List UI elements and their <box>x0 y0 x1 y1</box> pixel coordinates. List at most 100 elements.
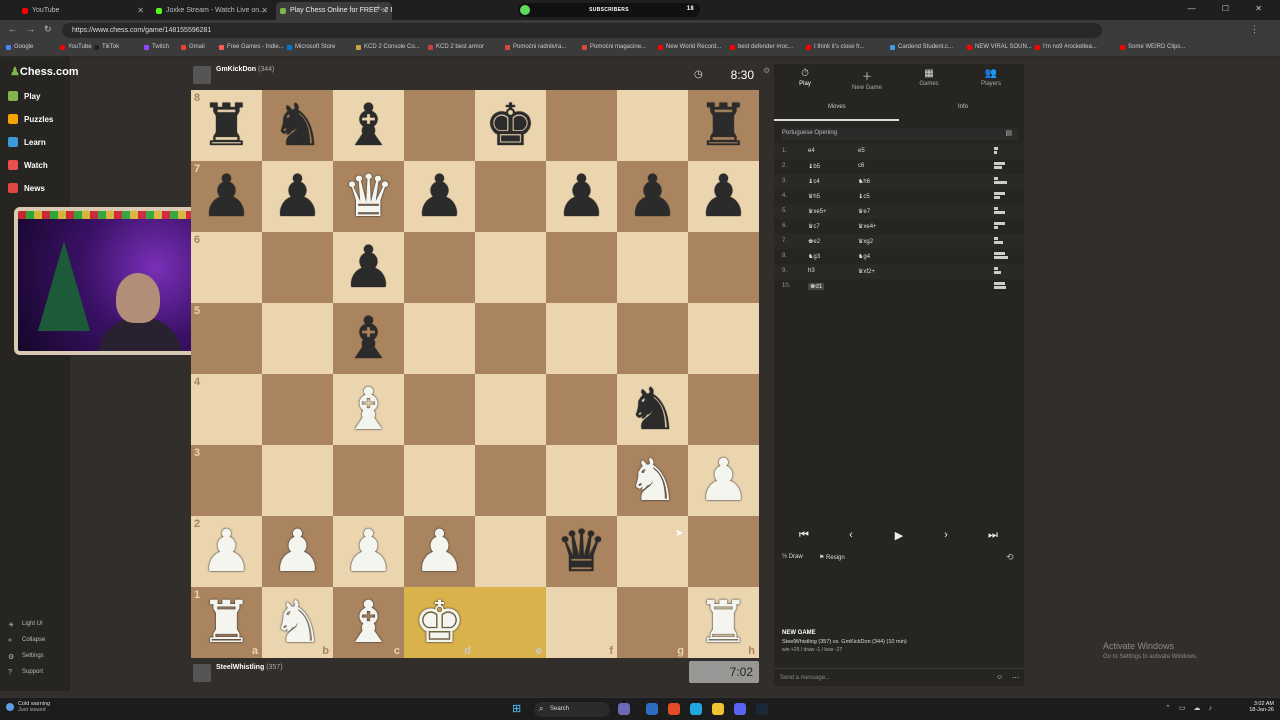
black-move[interactable]: c6 <box>858 163 864 169</box>
new-tab-button[interactable]: + <box>376 3 381 13</box>
square-b5[interactable] <box>262 303 333 374</box>
bookmark-item[interactable]: Gmail <box>181 44 205 50</box>
white-move[interactable]: e4 <box>808 148 815 154</box>
square-h7[interactable]: ♟ <box>688 161 759 232</box>
close-tab-icon[interactable]: ✕ <box>137 6 144 15</box>
black-pawn-icon[interactable]: ♟ <box>404 161 475 232</box>
square-e6[interactable] <box>475 232 546 303</box>
square-b7[interactable]: ♟ <box>262 161 333 232</box>
square-h6[interactable] <box>688 232 759 303</box>
square-e3[interactable] <box>475 445 546 516</box>
square-e8[interactable]: ♚ <box>475 90 546 161</box>
bookmark-item[interactable]: Free Games - Indie... <box>219 44 284 50</box>
windows-start-icon[interactable]: ⊞ <box>512 702 521 715</box>
nav-item-watch[interactable]: Watch <box>8 160 48 170</box>
white-move[interactable]: ♛xe5+ <box>808 208 827 215</box>
nav-footer-support[interactable]: ? Support <box>8 669 43 676</box>
bookmark-item[interactable]: KCD 2 best armor <box>428 44 484 50</box>
square-b4[interactable] <box>262 374 333 445</box>
discord-icon[interactable] <box>734 703 746 715</box>
square-c2[interactable]: ♟ <box>333 516 404 587</box>
white-knight-icon[interactable]: ♞ <box>262 587 333 658</box>
weather-widget[interactable]: Cold warning Just issued <box>6 701 50 713</box>
nav-footer-collapse[interactable]: « Collapse <box>8 637 45 644</box>
square-b8[interactable]: ♞ <box>262 90 333 161</box>
last-move-button[interactable]: ⏭ <box>971 527 1015 545</box>
white-move[interactable]: h3 <box>808 268 815 274</box>
bookmark-item[interactable]: NEW VIRAL SOUN... <box>967 44 1032 50</box>
file-explorer-icon[interactable] <box>712 703 724 715</box>
black-pawn-icon[interactable]: ♟ <box>617 161 688 232</box>
square-d7[interactable]: ♟ <box>404 161 475 232</box>
white-pawn-icon[interactable]: ♟ <box>191 516 262 587</box>
square-h2[interactable] <box>688 516 759 587</box>
square-b1[interactable]: b ♞ <box>262 587 333 658</box>
previous-move-button[interactable]: ‹ <box>829 527 873 545</box>
panel-tab-new-game[interactable]: ＋ New Game <box>836 68 898 91</box>
square-h4[interactable] <box>688 374 759 445</box>
square-c7[interactable]: ♛ <box>333 161 404 232</box>
square-e2[interactable] <box>475 516 546 587</box>
bookmark-item[interactable]: TikTok <box>94 44 119 50</box>
black-rook-icon[interactable]: ♜ <box>688 90 759 161</box>
nav-footer-light-ui[interactable]: ☀ Light UI <box>8 621 43 629</box>
white-move[interactable]: ♛c7 <box>808 223 820 230</box>
black-queen-icon[interactable]: ♛ <box>546 516 617 587</box>
white-knight-icon[interactable]: ♞ <box>617 445 688 516</box>
black-move[interactable]: ♞h6 <box>858 178 870 185</box>
white-move[interactable]: ♞g3 <box>808 253 820 260</box>
square-e7[interactable] <box>475 161 546 232</box>
forward-icon[interactable]: → <box>26 24 35 34</box>
white-queen-icon[interactable]: ♛ <box>333 161 404 232</box>
black-move[interactable]: ♛xf2+ <box>858 268 875 275</box>
black-rook-icon[interactable]: ♜ <box>191 90 262 161</box>
nav-item-learn[interactable]: Learn <box>8 137 46 147</box>
black-pawn-icon[interactable]: ♟ <box>262 161 333 232</box>
square-g5[interactable] <box>617 303 688 374</box>
square-f6[interactable] <box>546 232 617 303</box>
square-b6[interactable] <box>262 232 333 303</box>
square-f3[interactable] <box>546 445 617 516</box>
flip-board-icon[interactable]: ⟲ <box>1006 552 1014 563</box>
nav-item-puzzles[interactable]: Puzzles <box>8 114 53 124</box>
square-g7[interactable]: ♟ <box>617 161 688 232</box>
browser-tab[interactable]: Joxke Stream - Watch Live on... ✕ <box>152 2 272 20</box>
black-move[interactable]: e5 <box>858 148 865 154</box>
settings-gear-icon[interactable]: ⚙ <box>763 66 770 75</box>
square-a2[interactable]: 2 ♟ <box>191 516 262 587</box>
chrome-icon[interactable] <box>668 703 680 715</box>
edge-icon[interactable] <box>690 703 702 715</box>
square-d1[interactable]: d ♚ <box>404 587 475 658</box>
black-knight-icon[interactable]: ♞ <box>617 374 688 445</box>
square-f5[interactable] <box>546 303 617 374</box>
bookmark-item[interactable]: New World Record... <box>658 44 721 50</box>
draw-button[interactable]: ½ Draw <box>782 554 803 560</box>
bookmark-item[interactable]: Twitch <box>144 44 169 50</box>
next-move-button[interactable]: › <box>924 527 968 545</box>
task-view-icon[interactable] <box>618 703 630 715</box>
square-a7[interactable]: 7 ♟ <box>191 161 262 232</box>
square-f2[interactable]: ♛ <box>546 516 617 587</box>
square-d6[interactable] <box>404 232 475 303</box>
square-d2[interactable]: ♟ <box>404 516 475 587</box>
bookmark-item[interactable]: I think it's close fr... <box>806 44 865 50</box>
square-g4[interactable]: ♞ <box>617 374 688 445</box>
reload-icon[interactable]: ↻ <box>44 24 52 35</box>
white-move[interactable]: ♚e2 <box>808 238 820 245</box>
black-pawn-icon[interactable]: ♟ <box>546 161 617 232</box>
black-move[interactable]: ♝c5 <box>858 193 870 200</box>
bookmark-item[interactable]: best defender #roc... <box>730 44 793 50</box>
white-rook-icon[interactable]: ♜ <box>688 587 759 658</box>
square-a3[interactable]: 3 <box>191 445 262 516</box>
square-e1[interactable]: e <box>475 587 546 658</box>
bookmark-item[interactable]: Google <box>6 44 33 50</box>
square-g2[interactable] <box>617 516 688 587</box>
square-e4[interactable] <box>475 374 546 445</box>
tab-moves[interactable]: Moves <box>828 104 846 110</box>
panel-tab-play[interactable]: ⏱ Play <box>774 68 836 87</box>
black-knight-icon[interactable]: ♞ <box>262 90 333 161</box>
tab-info[interactable]: Info <box>958 104 968 110</box>
square-f8[interactable] <box>546 90 617 161</box>
book-icon[interactable]: ▤ <box>1005 129 1012 137</box>
white-move[interactable]: ♝c4 <box>808 178 820 185</box>
